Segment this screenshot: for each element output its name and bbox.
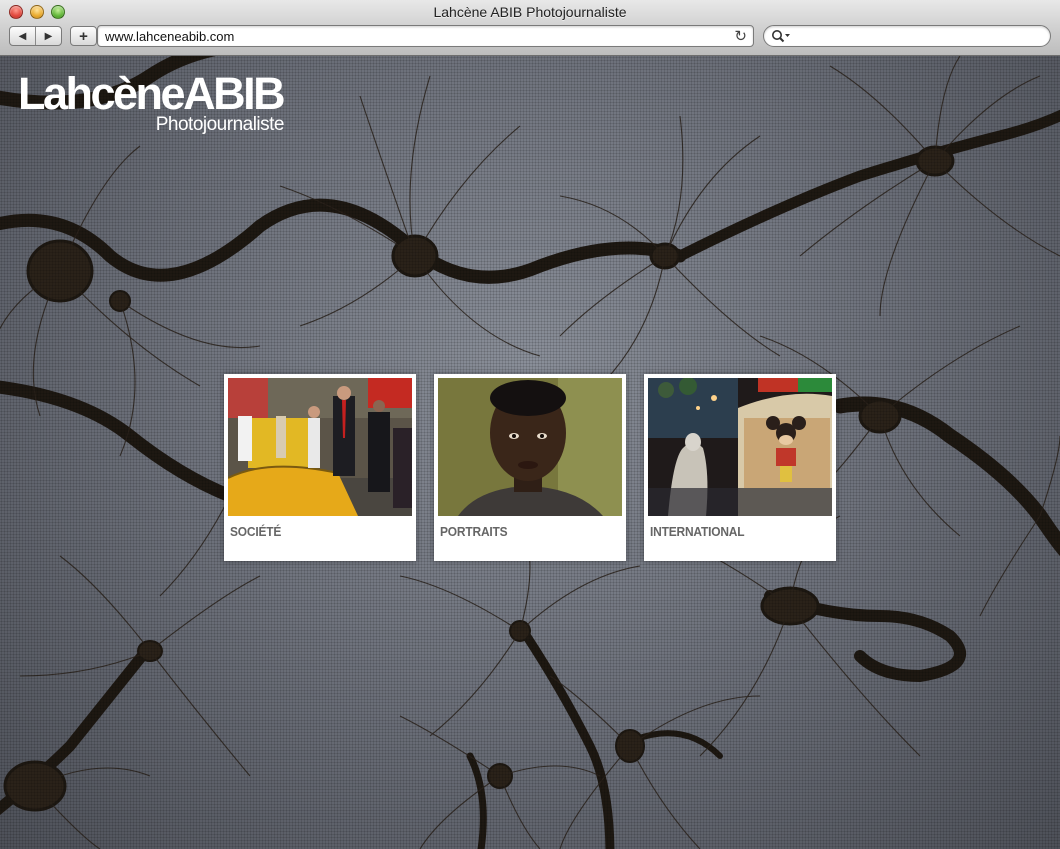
search-input[interactable] bbox=[794, 28, 1039, 44]
forward-button[interactable]: ▶ bbox=[35, 27, 61, 45]
history-nav: ◀ ▶ bbox=[9, 26, 62, 46]
back-arrow-icon: ◀ bbox=[18, 30, 27, 42]
portraits-thumbnail-image bbox=[438, 378, 622, 516]
browser-window: Lahcène ABIB Photojournaliste ◀ ▶ + www.… bbox=[0, 0, 1060, 849]
forward-arrow-icon: ▶ bbox=[44, 30, 53, 42]
back-button[interactable]: ◀ bbox=[10, 27, 35, 45]
browser-toolbar: Lahcène ABIB Photojournaliste ◀ ▶ + www.… bbox=[0, 0, 1060, 56]
category-label: SOCIÉTÉ bbox=[230, 524, 282, 539]
category-label: INTERNATIONAL bbox=[650, 524, 745, 539]
category-menu: SOCIÉTÉ PORTRAITS INTERNATIONAL bbox=[224, 374, 838, 561]
add-bookmark-button[interactable]: + bbox=[70, 26, 97, 46]
search-field[interactable] bbox=[763, 25, 1051, 47]
reload-icon[interactable]: ↻ bbox=[734, 27, 747, 45]
logo-tagline: Photojournaliste bbox=[155, 114, 285, 135]
url-text: www.lahceneabib.com bbox=[105, 29, 235, 44]
page-content: LahcèneABIB Photojournaliste SOCIÉTÉ POR… bbox=[0, 56, 1060, 849]
window-title: Lahcène ABIB Photojournaliste bbox=[433, 4, 627, 20]
search-icon[interactable] bbox=[771, 29, 791, 44]
societe-thumbnail-image bbox=[228, 378, 412, 516]
category-card-societe[interactable]: SOCIÉTÉ bbox=[224, 374, 416, 561]
address-bar[interactable]: www.lahceneabib.com ↻ bbox=[97, 25, 754, 47]
category-card-international[interactable]: INTERNATIONAL bbox=[644, 374, 836, 561]
international-thumbnail-image bbox=[648, 378, 832, 516]
site-logo[interactable]: LahcèneABIB Photojournaliste bbox=[18, 71, 288, 141]
logo-name: LahcèneABIB bbox=[18, 68, 286, 119]
plus-icon: + bbox=[79, 27, 88, 45]
category-card-portraits[interactable]: PORTRAITS bbox=[434, 374, 626, 561]
category-label: PORTRAITS bbox=[440, 524, 508, 539]
